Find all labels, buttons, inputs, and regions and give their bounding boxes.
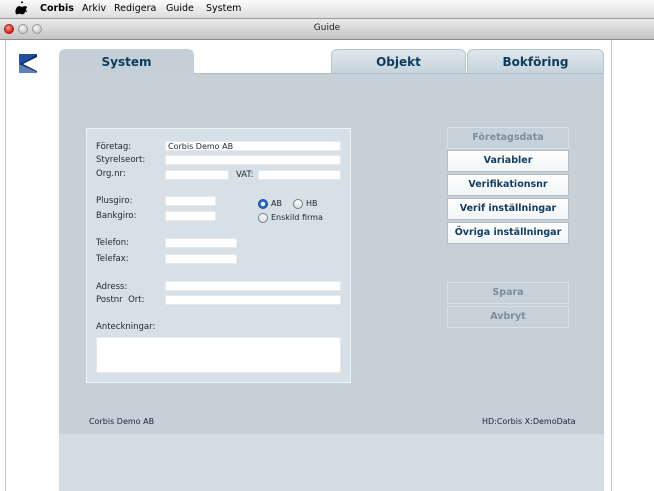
menu-redigera[interactable]: Redigera xyxy=(114,3,156,14)
spara-button[interactable]: Spara xyxy=(447,282,569,304)
foretag-label: Företag: xyxy=(96,142,132,152)
adress-input[interactable] xyxy=(165,281,341,291)
postnr-ort-input[interactable] xyxy=(165,295,341,305)
window-title-bar: Guide xyxy=(0,19,654,40)
radio-ab[interactable] xyxy=(258,199,268,209)
foretagsdata-button[interactable]: Företagsdata xyxy=(447,127,569,149)
panel-footer-area xyxy=(59,434,604,491)
postnr-ort-label: Postnr Ort: xyxy=(96,295,145,305)
telefax-label: Telefax: xyxy=(96,254,129,264)
adress-label: Adress: xyxy=(96,282,128,292)
radio-ab-label: AB xyxy=(271,199,282,208)
orgnr-label: Org.nr: xyxy=(96,169,126,179)
ovriga-installningar-button[interactable]: Övriga inställningar xyxy=(447,222,569,244)
corbis-logo-icon xyxy=(17,52,39,74)
radio-enskild-label: Enskild firma xyxy=(271,213,323,222)
avbryt-button[interactable]: Avbryt xyxy=(447,306,569,328)
telefax-input[interactable] xyxy=(165,254,237,264)
menu-system[interactable]: System xyxy=(206,3,241,14)
telefon-label: Telefon: xyxy=(96,238,130,248)
foretag-input[interactable]: Corbis Demo AB xyxy=(165,141,341,151)
vat-input[interactable] xyxy=(258,170,341,180)
verif-installningar-button[interactable]: Verif inställningar xyxy=(447,198,569,220)
menu-app-corbis[interactable]: Corbis xyxy=(40,3,74,14)
menu-bar: Corbis Arkiv Redigera Guide System xyxy=(0,0,654,19)
plusgiro-label: Plusgiro: xyxy=(96,196,133,206)
status-company-name: Corbis Demo AB xyxy=(89,417,155,426)
divider xyxy=(5,40,6,491)
tab-objekt[interactable]: Objekt xyxy=(331,49,466,74)
orgnr-input[interactable] xyxy=(165,170,229,180)
apple-menu-icon[interactable] xyxy=(15,1,27,15)
plusgiro-input[interactable] xyxy=(165,196,216,206)
radio-hb[interactable] xyxy=(293,199,303,209)
bankgiro-label: Bankgiro: xyxy=(96,211,137,221)
styrelseort-input[interactable] xyxy=(165,155,341,165)
anteckningar-textarea[interactable] xyxy=(96,337,341,373)
divider xyxy=(611,40,612,491)
tab-bokforing[interactable]: Bokföring xyxy=(467,49,604,74)
telefon-input[interactable] xyxy=(165,238,237,248)
variabler-button[interactable]: Variabler xyxy=(447,150,569,172)
anteckningar-label: Anteckningar: xyxy=(96,322,156,332)
radio-hb-label: HB xyxy=(306,199,318,208)
radio-enskild-firma[interactable] xyxy=(258,213,268,223)
styrelseort-label: Styrelseort: xyxy=(96,155,146,165)
vat-label: VAT: xyxy=(236,170,254,180)
verifikationsnr-button[interactable]: Verifikationsnr xyxy=(447,174,569,196)
status-data-path: HD:Corbis X:DemoData xyxy=(482,417,576,426)
window-title: Guide xyxy=(313,23,341,33)
menu-guide[interactable]: Guide xyxy=(166,3,194,14)
tab-system[interactable]: System xyxy=(59,49,194,74)
menu-arkiv[interactable]: Arkiv xyxy=(82,3,106,14)
bankgiro-input[interactable] xyxy=(165,211,216,221)
